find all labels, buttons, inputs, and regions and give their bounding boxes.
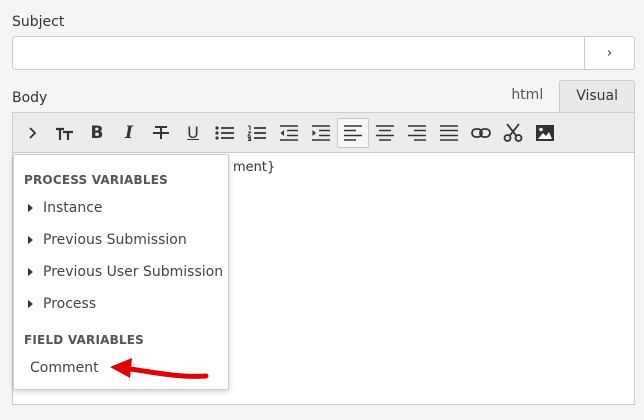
- indent-icon[interactable]: [305, 118, 337, 148]
- dropdown-item-label: Process: [43, 296, 97, 312]
- field-variables-header: FIELD VARIABLES: [24, 333, 145, 347]
- cut-icon[interactable]: [497, 118, 529, 148]
- editor-mode-tabs: html Visual: [495, 80, 635, 112]
- dropdown-item-label: Instance: [43, 200, 103, 216]
- subject-label: Subject: [12, 14, 65, 30]
- tab-visual[interactable]: Visual: [559, 80, 635, 112]
- arrow-shaft: [127, 366, 209, 379]
- align-left-icon[interactable]: [337, 117, 369, 148]
- tab-html[interactable]: html: [495, 80, 559, 112]
- text-size-icon[interactable]: [49, 118, 81, 148]
- numbered-list-icon[interactable]: [241, 118, 273, 148]
- underline-glyph: U: [187, 123, 199, 142]
- caret-right-icon: [28, 236, 33, 244]
- align-center-icon[interactable]: [369, 118, 401, 148]
- editor-toolbar: B I U: [13, 113, 634, 153]
- strikethrough-icon[interactable]: [145, 118, 177, 148]
- arrow-head: [110, 358, 132, 378]
- caret-right-icon: [28, 300, 33, 308]
- bold-icon[interactable]: B: [81, 118, 113, 148]
- image-icon[interactable]: [529, 118, 561, 148]
- dropdown-item-label: Previous Submission: [43, 232, 187, 248]
- align-justify-icon[interactable]: [433, 118, 465, 148]
- subject-field: ›: [12, 36, 635, 70]
- red-arrow-annotation: [110, 358, 209, 379]
- underline-icon[interactable]: U: [177, 118, 209, 148]
- chevron-right-icon[interactable]: [17, 118, 49, 148]
- dropdown-item-comment[interactable]: Comment: [30, 360, 99, 376]
- subject-variables-button[interactable]: ›: [584, 37, 634, 69]
- outdent-icon[interactable]: [273, 118, 305, 148]
- bullet-list-icon[interactable]: [209, 118, 241, 148]
- italic-glyph: I: [125, 122, 133, 143]
- subject-input[interactable]: [13, 37, 584, 69]
- variables-dropdown: PROCESS VARIABLES Instance Previous Subm…: [13, 154, 229, 390]
- caret-right-icon: [28, 268, 33, 276]
- dropdown-item-instance[interactable]: Instance: [28, 200, 103, 216]
- dropdown-item-label: Previous User Submission: [43, 264, 224, 280]
- dropdown-item-previous-submission[interactable]: Previous Submission: [28, 232, 187, 248]
- process-variables-header: PROCESS VARIABLES: [24, 173, 168, 187]
- link-icon[interactable]: [465, 118, 497, 148]
- dropdown-item-previous-user-submission[interactable]: Previous User Submission: [28, 264, 223, 280]
- body-label: Body: [12, 90, 48, 106]
- italic-icon[interactable]: I: [113, 118, 145, 148]
- bold-glyph: B: [90, 122, 104, 143]
- caret-right-icon: [28, 204, 33, 212]
- dropdown-item-process[interactable]: Process: [28, 296, 96, 312]
- editor-content-text[interactable]: ment}: [233, 160, 275, 175]
- align-right-icon[interactable]: [401, 118, 433, 148]
